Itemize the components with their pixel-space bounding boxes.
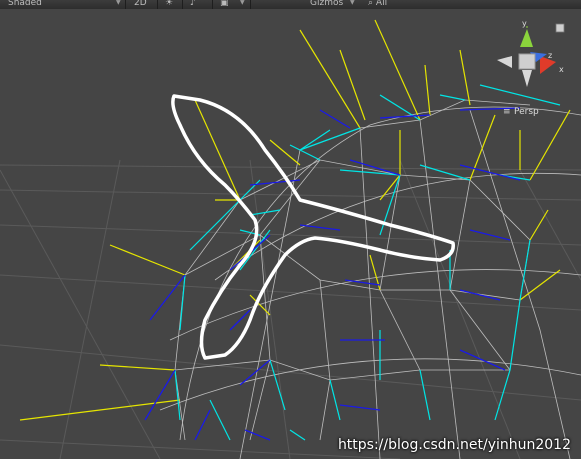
shading-mode-dropdown[interactable]: Shaded <box>8 0 42 9</box>
chevron-down-icon: ▼ <box>116 0 121 6</box>
shading-mode-label: Shaded <box>8 0 42 8</box>
sun-icon[interactable]: ☀ <box>165 0 173 9</box>
2d-toggle-button[interactable]: 2D <box>134 0 147 9</box>
chevron-down-icon: ▼ <box>350 0 355 6</box>
toolbar-divider <box>212 0 213 9</box>
gizmos-label: Gizmos <box>310 0 344 8</box>
lock-icon <box>555 23 565 33</box>
search-icon: ⌕ <box>368 0 374 8</box>
search-placeholder: All <box>375 0 388 8</box>
toolbar-divider <box>125 0 126 9</box>
watermark: https://blog.csdn.net/yinhun2012 <box>337 437 571 453</box>
toolbar-divider <box>250 0 251 9</box>
chevron-down-icon: ▼ <box>240 0 245 6</box>
gizmo-axis-y-label: y <box>522 19 527 28</box>
toolbar-divider <box>157 0 158 9</box>
image-icon[interactable]: ▣ <box>220 0 229 9</box>
gizmo-center-cube <box>518 53 536 70</box>
speaker-icon[interactable]: ♪ <box>190 0 196 9</box>
2d-toggle-label: 2D <box>134 0 147 8</box>
search-field[interactable]: ⌕ All <box>368 0 387 9</box>
projection-mode-icon: ≡ <box>503 107 511 117</box>
gizmo-axis-x-label: x <box>559 65 564 74</box>
toolbar-divider <box>182 0 183 9</box>
gizmos-dropdown[interactable]: Gizmos <box>310 0 343 9</box>
scene-toolbar: Shaded ▼ 2D ☀ ♪ ▣ ▼ Gizmos ▼ ⌕ All <box>0 0 581 9</box>
scene-viewport[interactable]: y x z ≡ Persp <box>0 9 581 459</box>
projection-label[interactable]: Persp <box>514 107 539 117</box>
gizmo-axis-z-label: z <box>548 51 552 60</box>
